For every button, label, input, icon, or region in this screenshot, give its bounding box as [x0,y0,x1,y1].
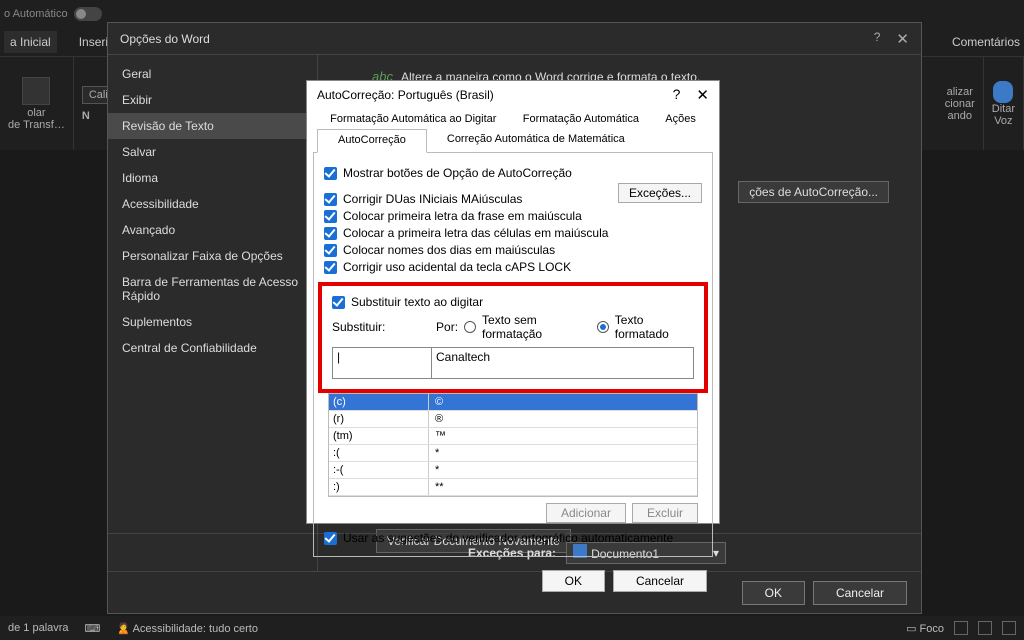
table-row: (tm)™ [329,428,697,445]
radio-formatted-text[interactable] [597,321,609,333]
clipboard-label: de Transf… [8,119,65,131]
sidebar-item-exibir[interactable]: Exibir [108,87,317,113]
with-input[interactable]: Canaltech [432,347,694,379]
chk-capslock[interactable] [324,261,337,274]
sidebar-item-geral[interactable]: Geral [108,61,317,87]
tab-actions[interactable]: Ações [659,109,702,129]
chk-cap-sentence[interactable] [324,210,337,223]
analyze-label[interactable]: alizar [947,86,973,98]
sidebar-item-salvar[interactable]: Salvar [108,139,317,165]
highlight-box: Substituir texto ao digitar Substituir: … [318,282,708,393]
chk-spellcheck-suggestions[interactable] [324,532,337,545]
select-label[interactable]: cionar [945,98,975,110]
sidebar-item-trust[interactable]: Central de Confiabilidade [108,335,317,361]
title-fragment: o Automático [4,8,68,20]
radio-plain-text[interactable] [464,321,476,333]
help-icon[interactable]: ? [874,30,881,48]
accessibility-status[interactable]: 🙎 Acessibilidade: tudo certo [116,622,258,635]
with-label: Por: [436,320,458,334]
table-row: (r)® [329,411,697,428]
view-icon-1[interactable] [954,621,968,635]
word-count[interactable]: de 1 palavra [8,622,69,634]
chk-cap-cells[interactable] [324,227,337,240]
ac-help-icon[interactable]: ? [673,86,681,104]
focus-mode[interactable]: ▭ Foco [906,622,944,635]
paste-icon[interactable] [22,77,50,105]
bold-button[interactable]: N [82,110,90,122]
ac-tabpanel: Mostrar botões de Opção de AutoCorreção … [313,152,713,557]
sidebar-item-addins[interactable]: Suplementos [108,309,317,335]
ac-tabs-row2: AutoCorreção Correção Automática de Mate… [307,129,719,153]
lang-icon[interactable]: ⌨ [85,622,101,635]
voice-group: Ditar Voz [984,57,1024,150]
delete-button[interactable]: Excluir [632,503,698,523]
options-titlebar: Opções do Word ? ✕ [108,23,921,55]
share-label: ando [948,110,972,122]
close-icon[interactable]: ✕ [896,30,909,48]
replace-label: Substituir: [332,320,385,334]
ac-title-text: AutoCorreção: Português (Brasil) [317,88,494,102]
table-row: :)** [329,479,697,496]
sidebar-item-customize-ribbon[interactable]: Personalizar Faixa de Opções [108,243,317,269]
options-sidebar: Geral Exibir Revisão de Texto Salvar Idi… [108,55,318,571]
voice-label: Voz [994,115,1012,127]
chk-cap-days[interactable] [324,244,337,257]
tab-home[interactable]: a Inicial [4,31,57,53]
table-row: :(* [329,445,697,462]
tab-autoformat-typing[interactable]: Formatação Automática ao Digitar [324,109,502,129]
autocorrect-options-button[interactable]: ções de AutoCorreção... [738,181,889,203]
sidebar-item-proofing[interactable]: Revisão de Texto [108,113,317,139]
sidebar-item-accessibility[interactable]: Acessibilidade [108,191,317,217]
add-button[interactable]: Adicionar [546,503,626,523]
ac-close-icon[interactable]: ✕ [696,86,709,104]
replace-input[interactable]: | [332,347,432,379]
chevron-down-icon: ▾ [713,546,719,560]
tab-math-autocorrect[interactable]: Correção Automática de Matemática [427,129,645,153]
view-icon-3[interactable] [1002,621,1016,635]
exceptions-button[interactable]: Exceções... [618,183,702,203]
replace-table[interactable]: (c)© (r)® (tm)™ :(* :-(* :)** [328,393,698,497]
autosave-toggle[interactable] [74,7,102,21]
ac-cancel-button[interactable]: Cancelar [613,570,707,592]
sidebar-item-advanced[interactable]: Avançado [108,217,317,243]
chk-two-initial-caps[interactable] [324,193,337,206]
autocorrect-dialog: AutoCorreção: Português (Brasil) ? ✕ For… [306,80,720,524]
sidebar-item-idioma[interactable]: Idioma [108,165,317,191]
chk-show-buttons[interactable] [324,167,337,180]
dictate-label: Ditar [992,103,1015,115]
options-cancel-button[interactable]: Cancelar [813,581,907,605]
tab-autoformat[interactable]: Formatação Automática [517,109,645,129]
tab-autocorrect[interactable]: AutoCorreção [317,129,427,153]
paste-label: olar [27,107,45,119]
ac-footer: OK Cancelar [307,564,719,598]
paste-group: olar de Transf… [0,57,74,150]
ac-tabs-row1: Formatação Automática ao Digitar Formata… [307,109,719,129]
mic-icon[interactable] [993,81,1013,103]
sidebar-item-qat[interactable]: Barra de Ferramentas de Acesso Rápido [108,269,317,309]
tab-comments[interactable]: Comentários [952,35,1020,49]
analyze-group: alizar cionar ando [937,57,984,150]
ac-ok-button[interactable]: OK [542,570,605,592]
options-ok-button[interactable]: OK [742,581,805,605]
options-title-text: Opções do Word [120,32,210,46]
table-row: (c)© [329,394,697,411]
status-bar: de 1 palavra ⌨ 🙎 Acessibilidade: tudo ce… [0,616,1024,640]
ac-titlebar: AutoCorreção: Português (Brasil) ? ✕ [307,81,719,109]
table-row: :-(* [329,462,697,479]
chk-replace-text[interactable] [332,296,345,309]
view-icon-2[interactable] [978,621,992,635]
